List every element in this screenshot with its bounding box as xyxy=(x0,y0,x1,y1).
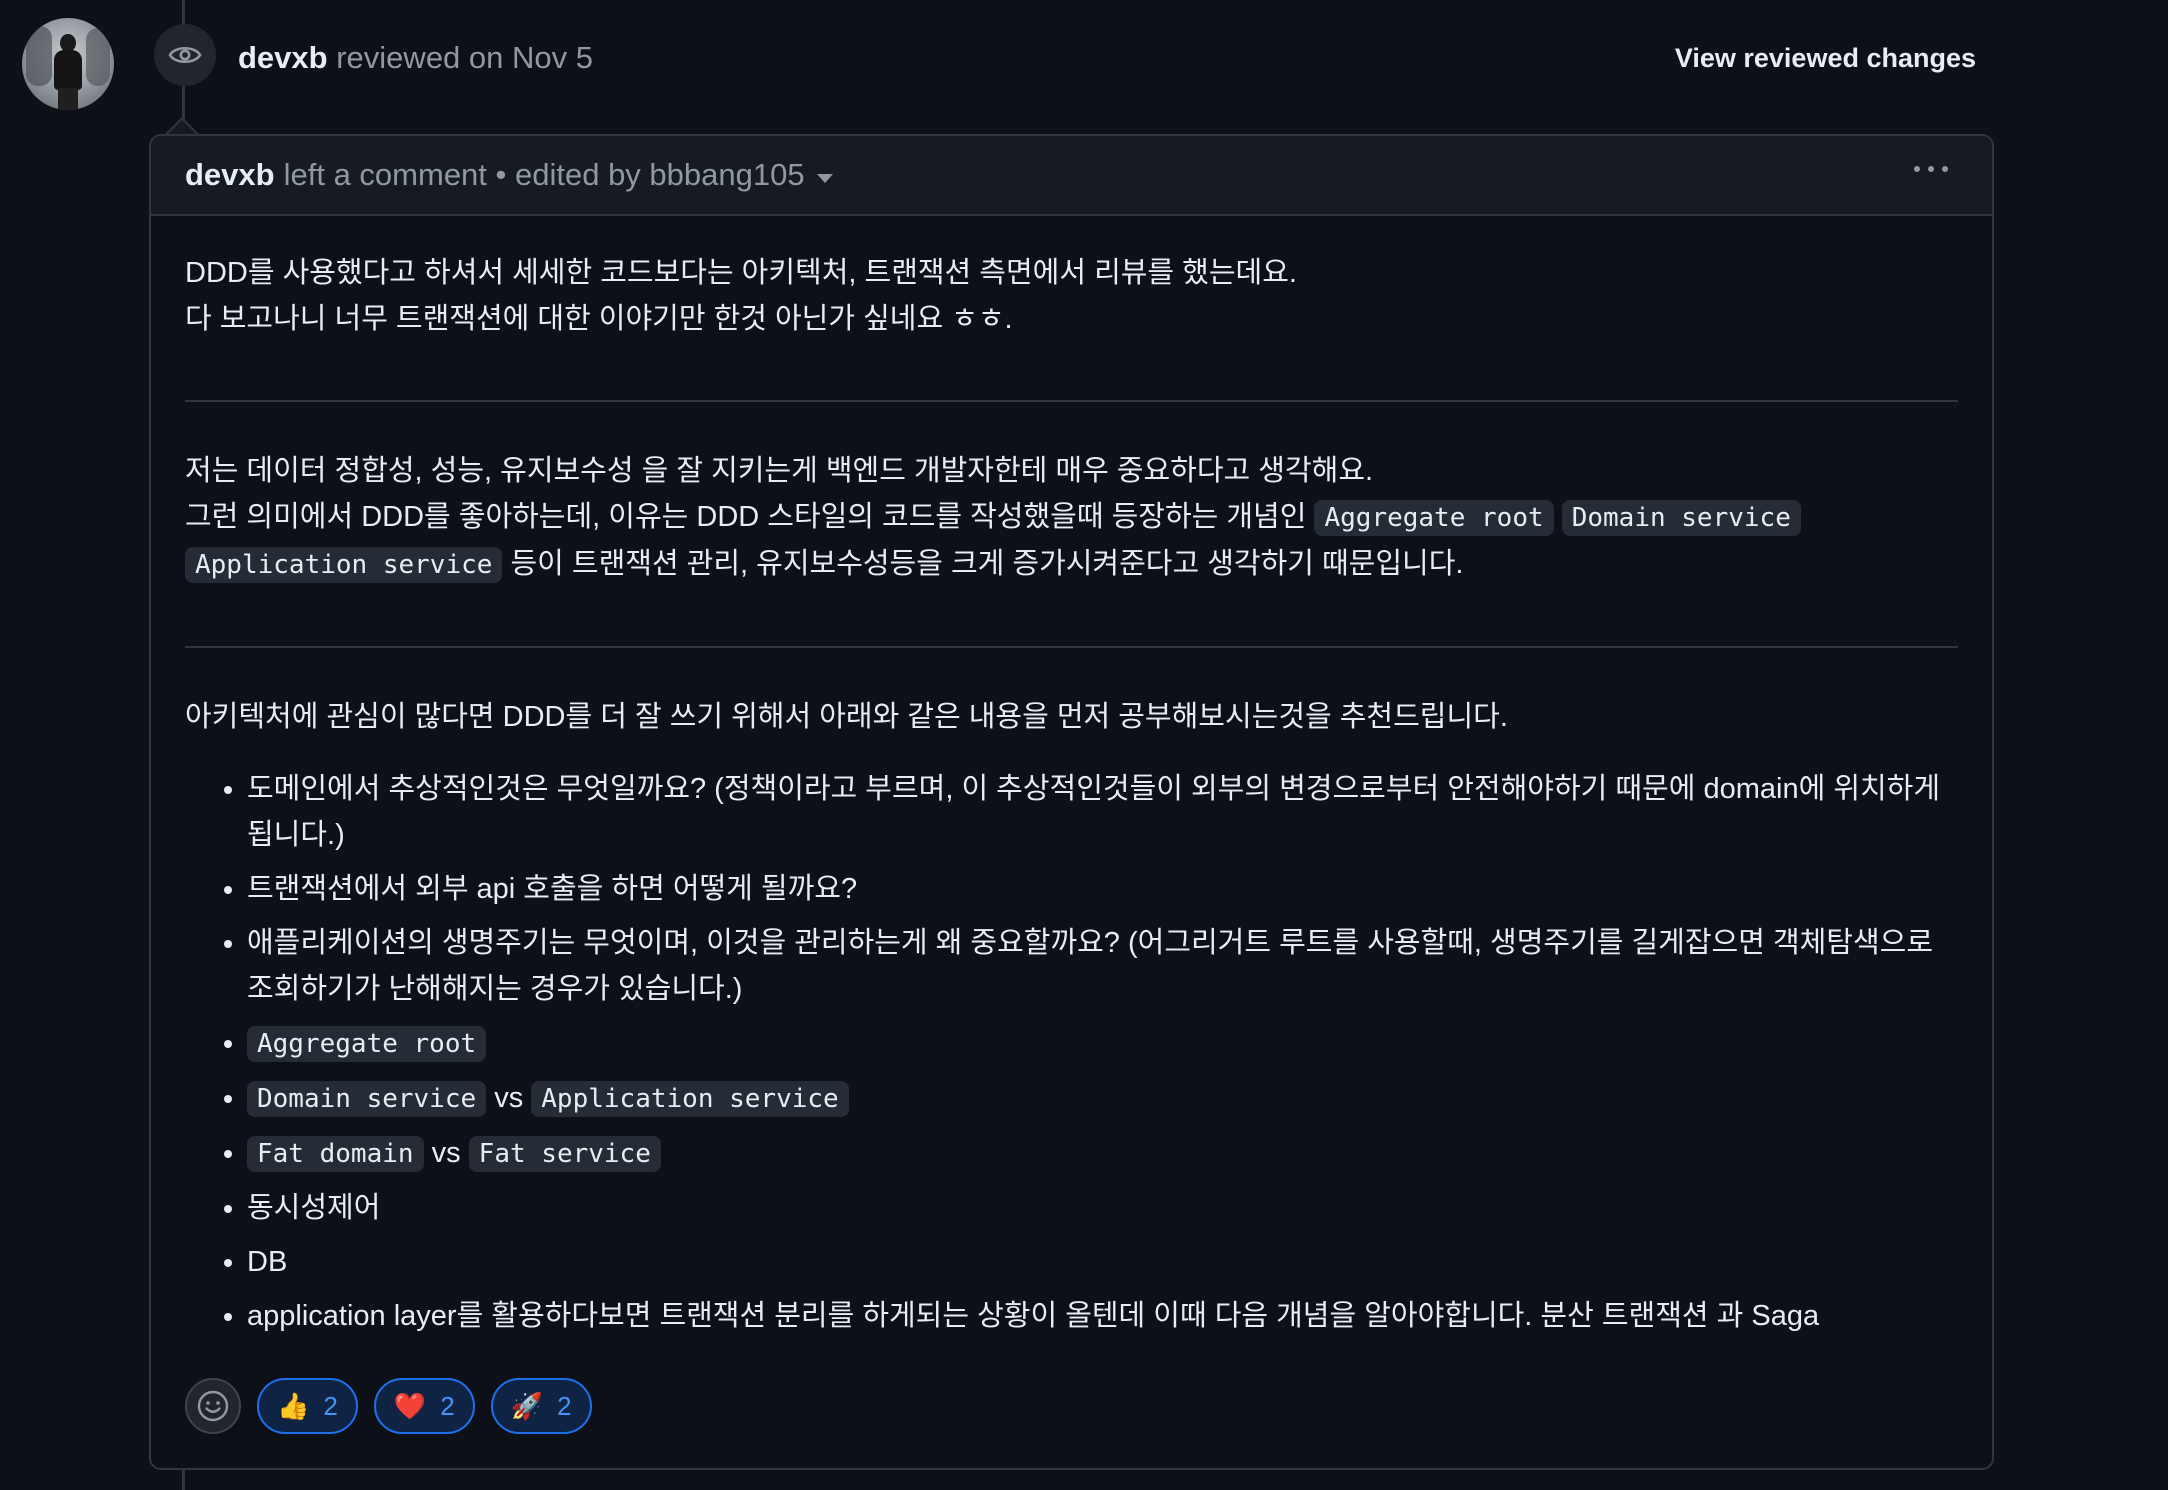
code-fat-service: Fat service xyxy=(468,1136,661,1172)
review-comment: devxb left a comment • edited by bbbang1… xyxy=(149,134,1994,1470)
list-item: DB xyxy=(247,1239,1958,1285)
list-item: 도메인에서 추상적인것은 무엇일까요? (정책이라고 부르며, 이 추상적인것들… xyxy=(247,766,1958,858)
list-item: 트랜잭션에서 외부 api 호출을 하면 어떻게 될까요? xyxy=(247,866,1958,912)
chevron-down-icon[interactable] xyxy=(816,173,833,183)
code-aggregate-root: Aggregate root xyxy=(1314,500,1554,536)
eye-icon xyxy=(154,24,216,86)
avatar-figure-legs xyxy=(58,88,78,110)
code-domain-service: Domain service xyxy=(247,1081,487,1117)
intro-line-2: 다 보고나니 너무 트랜잭션에 대한 이야기만 한것 아닌가 싶네요 ㅎㅎ. xyxy=(185,303,1013,335)
code-fat-domain: Fat domain xyxy=(247,1136,424,1172)
list-item: 애플리케이션의 생명주기는 무엇이며, 이것을 관리하는게 왜 중요할까요? (… xyxy=(247,920,1958,1012)
review-action-text: reviewed on Nov 5 xyxy=(336,40,593,75)
divider xyxy=(185,400,1958,402)
paragraph-intro: DDD를 사용했다고 하셔서 세세한 코드보다는 아키텍처, 트랜잭션 측면에서… xyxy=(185,250,1958,342)
reaction-rocket[interactable]: 🚀 2 xyxy=(490,1378,592,1434)
reason-line-2: 그런 의미에서 DDD를 좋아하는데, 이유는 DDD 스타일의 코드를 작성했… xyxy=(185,501,1307,533)
paragraph-recommendation: 아키텍처에 관심이 많다면 DDD를 더 잘 쓰기 위해서 아래와 같은 내용을… xyxy=(185,701,1508,733)
reactions-bar: 👍 2 ❤️ 2 🚀 2 xyxy=(185,1378,592,1434)
code-application-service: Application service xyxy=(531,1081,849,1117)
code-application-service: Application service xyxy=(185,547,503,583)
avatar[interactable] xyxy=(22,18,114,110)
heart-icon: ❤️ xyxy=(393,1391,427,1421)
kebab-menu-icon[interactable] xyxy=(1908,160,1954,178)
reaction-heart[interactable]: ❤️ 2 xyxy=(373,1378,475,1434)
view-reviewed-changes-link[interactable]: View reviewed changes xyxy=(1675,43,1976,74)
review-event-header: devxb reviewed on Nov 5 xyxy=(238,40,593,76)
thumbs-up-icon: 👍 xyxy=(277,1391,310,1421)
list-item: application layer를 활용하다보면 트랜잭션 분리를 하게되는 … xyxy=(247,1293,1958,1339)
reaction-count: 2 xyxy=(440,1390,455,1421)
paragraph-reason: 저는 데이터 정합성, 성능, 유지보수성 을 잘 지키는게 백엔드 개발자한테… xyxy=(185,448,1958,588)
comment-header: devxb left a comment • edited by bbbang1… xyxy=(151,136,1992,216)
divider xyxy=(185,646,1958,648)
list-item: Domain service vs Application service xyxy=(247,1075,1958,1122)
reason-line-1: 저는 데이터 정합성, 성능, 유지보수성 을 잘 지키는게 백엔드 개발자한테… xyxy=(185,455,1374,487)
topic-list: 도메인에서 추상적인것은 무엇일까요? (정책이라고 부르며, 이 추상적인것들… xyxy=(185,766,1958,1339)
comment-author-link[interactable]: devxb xyxy=(185,157,275,193)
reaction-count: 2 xyxy=(323,1390,338,1421)
list-item: Aggregate root xyxy=(247,1020,1958,1067)
add-reaction-button[interactable] xyxy=(185,1378,241,1434)
avatar-figure-body xyxy=(54,50,82,90)
code-domain-service: Domain service xyxy=(1561,500,1801,536)
list-item: Fat domain vs Fat service xyxy=(247,1130,1958,1177)
avatar-tree-left xyxy=(26,26,52,86)
reaction-count: 2 xyxy=(557,1390,572,1421)
smiley-icon xyxy=(197,1390,229,1422)
comment-body: DDD를 사용했다고 하셔서 세세한 코드보다는 아키텍처, 트랜잭션 측면에서… xyxy=(151,216,1992,1339)
rocket-icon: 🚀 xyxy=(510,1391,544,1421)
code-aggregate-root: Aggregate root xyxy=(247,1026,487,1062)
comment-edit-history[interactable]: left a comment • edited by bbbang105 xyxy=(284,157,805,193)
intro-line-1: DDD를 사용했다고 하셔서 세세한 코드보다는 아키텍처, 트랜잭션 측면에서… xyxy=(185,257,1297,289)
avatar-tree-right xyxy=(86,28,110,86)
list-item: 동시성제어 xyxy=(247,1185,1958,1231)
reaction-thumbs-up[interactable]: 👍 2 xyxy=(257,1378,358,1434)
review-author-link[interactable]: devxb xyxy=(238,40,328,75)
reason-line-3: 등이 트랜잭션 관리, 유지보수성등을 크게 증가시켜준다고 생각하기 때문입니… xyxy=(510,548,1464,580)
